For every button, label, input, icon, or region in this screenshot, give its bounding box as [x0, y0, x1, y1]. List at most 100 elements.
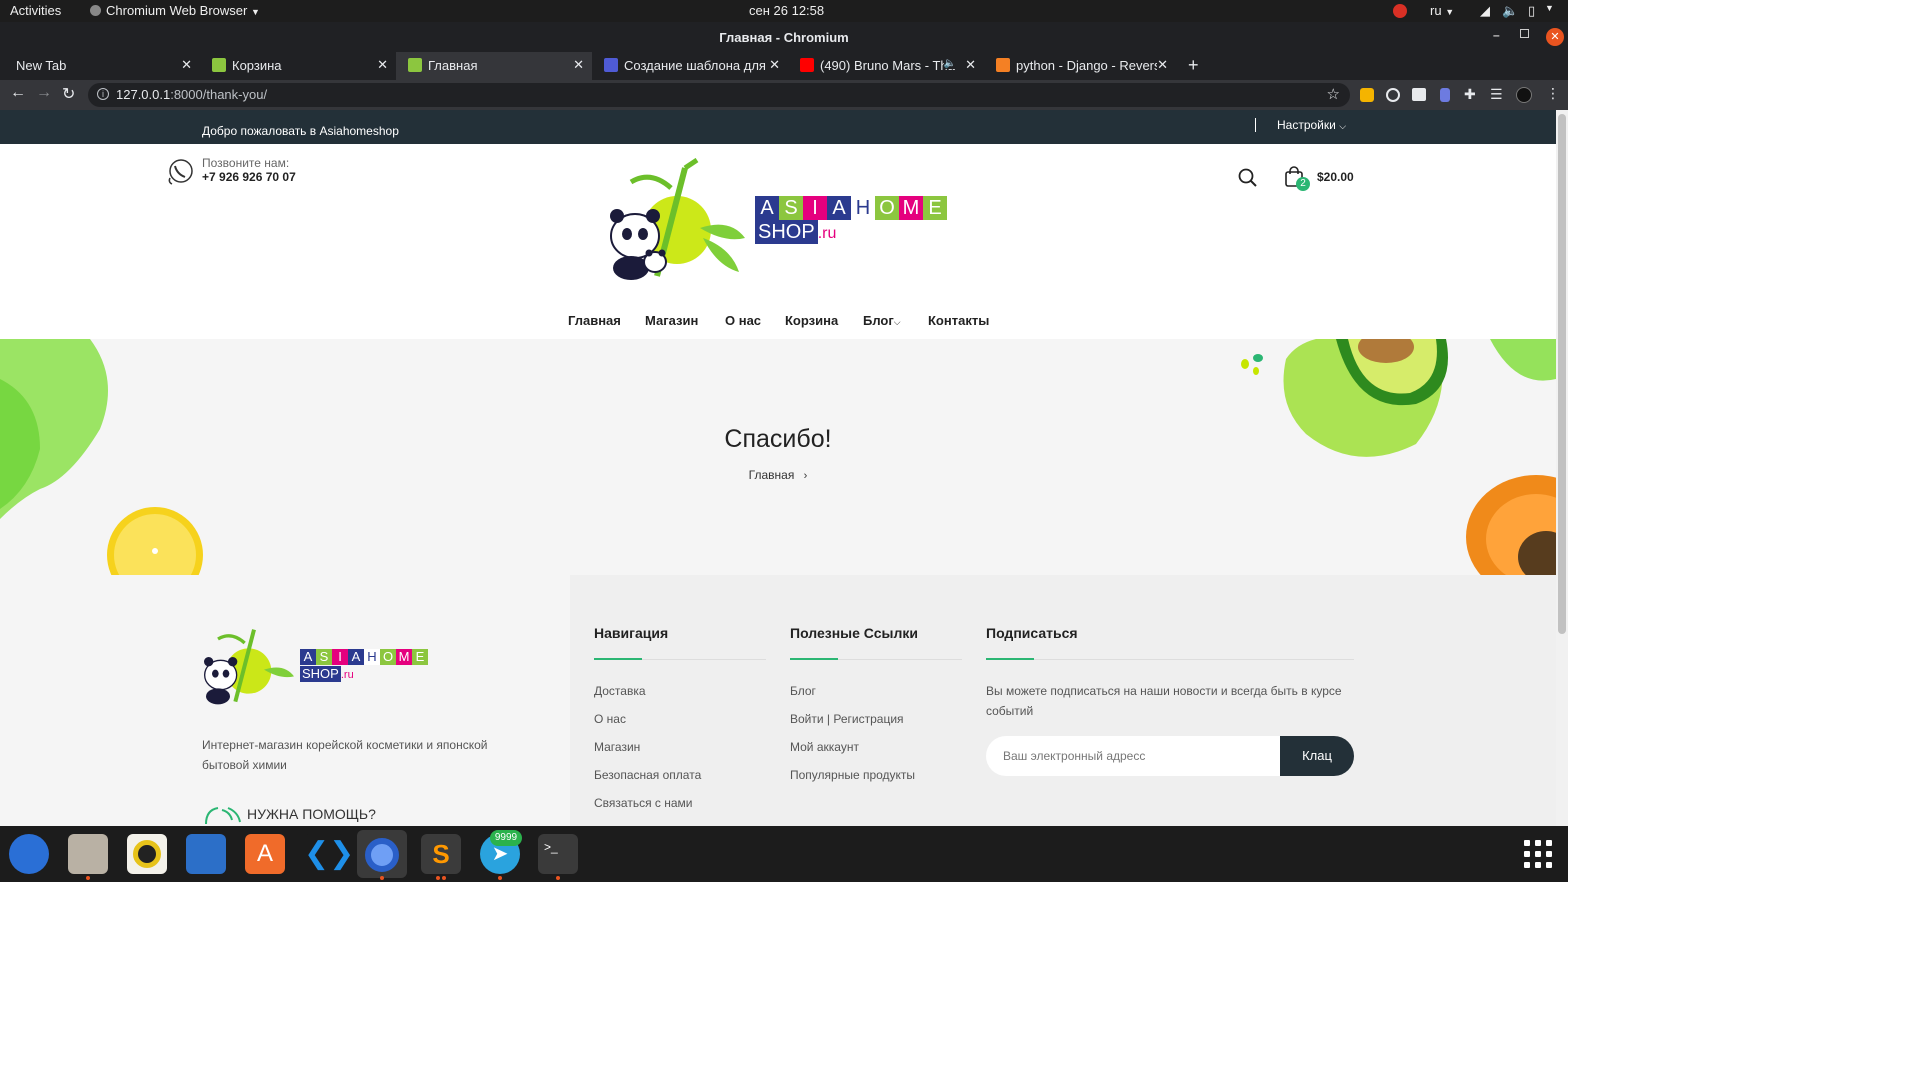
thunderbird-icon[interactable] [9, 834, 49, 874]
show-applications-icon[interactable] [1524, 840, 1552, 868]
chevron-down-icon: ⌵ [1339, 121, 1347, 131]
minimize-button[interactable]: – [1493, 28, 1500, 42]
rhythmbox-icon[interactable] [127, 834, 167, 874]
close-tab-icon[interactable]: ✕ [181, 57, 192, 73]
back-button[interactable]: ← [10, 84, 26, 102]
site-logo[interactable]: A S I A H O M E SHOP .ru [605, 158, 950, 284]
logo-tld: .ru [817, 225, 837, 242]
battery-icon[interactable]: ▯ [1528, 3, 1535, 19]
sublime-text-icon[interactable]: S [421, 834, 461, 874]
search-icon[interactable] [1238, 168, 1258, 193]
telegram-unread-badge: 9999 [490, 830, 522, 846]
page-title: Спасибо! [724, 425, 832, 453]
writer-icon[interactable] [186, 834, 226, 874]
extension-shield-icon[interactable] [1440, 88, 1450, 102]
nav-cart[interactable]: Корзина [785, 313, 838, 328]
close-tab-icon[interactable]: ✕ [769, 57, 780, 73]
nav-about[interactable]: О нас [725, 313, 761, 328]
maximize-button[interactable] [1520, 29, 1529, 38]
info-icon[interactable]: i [97, 88, 109, 100]
tab-stackoverflow[interactable]: python - Django - Reverse ✕ [984, 52, 1176, 80]
nav-contacts[interactable]: Контакты [928, 313, 989, 328]
footer-useful-accent [790, 658, 838, 660]
footer-link-blog[interactable]: Блог [790, 684, 816, 698]
system-menu-icon[interactable]: ▼ [1545, 3, 1554, 13]
tab-new-tab[interactable]: New Tab ✕ [0, 52, 200, 80]
footer-link-delivery[interactable]: Доставка [594, 684, 646, 698]
extension-yellow-icon[interactable] [1360, 88, 1374, 102]
footer-link-popular[interactable]: Популярные продукты [790, 768, 915, 782]
seed-dots-illustration [1241, 354, 1263, 375]
window-title: Главная - Chromium [719, 30, 849, 45]
volume-icon[interactable]: 🔈 [1502, 3, 1518, 19]
extension-clapper-icon[interactable] [1412, 88, 1426, 101]
tab-cart[interactable]: Корзина ✕ [200, 52, 396, 80]
browser-menu-icon[interactable]: ⋮ [1546, 85, 1560, 102]
logo-letter: H [851, 196, 875, 220]
clock[interactable]: сен 26 12:58 [749, 3, 824, 18]
stackoverflow-favicon-icon [996, 58, 1010, 72]
logo-wordmark: A S I A H O M E SHOP .ru [755, 196, 949, 244]
settings-dropdown[interactable]: Настройки ⌵ [1277, 118, 1346, 132]
audio-playing-icon[interactable]: 🔈 [943, 58, 956, 69]
nav-shop[interactable]: Магазин [645, 313, 698, 328]
profile-avatar[interactable] [1516, 87, 1532, 103]
footer-link-contact[interactable]: Связаться с нами [594, 796, 692, 810]
layers-favicon-icon [604, 58, 618, 72]
nav-home[interactable]: Главная [568, 313, 621, 328]
phone-number[interactable]: +7 926 926 70 07 [202, 170, 296, 184]
extensions-puzzle-icon[interactable]: ✚ [1464, 86, 1476, 103]
close-tab-icon[interactable]: ✕ [1157, 57, 1168, 73]
tab-template[interactable]: Создание шаблона для с ✕ [592, 52, 788, 80]
close-tab-icon[interactable]: ✕ [377, 57, 388, 73]
new-tab-button[interactable]: + [1188, 55, 1199, 76]
footer-logo[interactable]: A S I A H O M E SHOP .ru [200, 623, 432, 707]
chevron-right-icon: › [803, 470, 808, 482]
logo-letter: I [803, 196, 827, 220]
breadcrumb: Главная › [0, 468, 1556, 482]
scrollbar-thumb[interactable] [1558, 114, 1566, 634]
page-hero: Спасибо! Главная › [0, 339, 1556, 575]
footer-useful-title: Полезные Ссылки [790, 625, 918, 641]
close-window-button[interactable]: ✕ [1546, 28, 1564, 46]
cart-total: $20.00 [1317, 170, 1354, 184]
reload-button[interactable]: ↻ [62, 84, 75, 104]
logo-letter: A [755, 196, 779, 220]
activities-button[interactable]: Activities [10, 3, 61, 18]
files-icon[interactable] [68, 834, 108, 874]
media-queue-icon[interactable]: ☰ [1490, 86, 1503, 103]
papaya-illustration [1466, 475, 1556, 575]
call-label: Позвоните нам: [202, 156, 290, 170]
terminal-icon[interactable]: >_ [538, 834, 578, 874]
youtube-favicon-icon [800, 58, 814, 72]
subscribe-button[interactable]: Клац [1280, 736, 1354, 776]
cart-button[interactable]: 2 $20.00 [1284, 164, 1364, 192]
footer-link-login[interactable]: Войти | Регистрация [790, 712, 904, 726]
close-tab-icon[interactable]: ✕ [573, 57, 584, 73]
breadcrumb-home-link[interactable]: Главная [749, 468, 795, 482]
footer-link-about[interactable]: О нас [594, 712, 626, 726]
language-indicator[interactable]: ru ▼ [1430, 3, 1454, 18]
software-store-icon[interactable]: A [245, 834, 285, 874]
footer-link-secure-payment[interactable]: Безопасная оплата [594, 768, 701, 782]
vscode-icon[interactable]: ❮❯ [304, 834, 354, 874]
wifi-icon[interactable]: ◢ [1480, 3, 1490, 19]
forward-button[interactable]: → [36, 84, 52, 102]
nav-blog[interactable]: Блог⌵ [863, 313, 901, 328]
extension-globe-icon[interactable] [1386, 88, 1400, 102]
chromium-taskbar-icon[interactable] [357, 830, 407, 878]
app-menu[interactable]: Chromium Web Browser ▼ [90, 3, 260, 18]
address-bar[interactable]: i 127.0.0.1:8000/thank-you/ ☆ [88, 83, 1350, 107]
close-tab-icon[interactable]: ✕ [965, 57, 976, 73]
footer-link-account[interactable]: Мой аккаунт [790, 740, 859, 754]
headset-icon [202, 804, 242, 826]
tab-youtube[interactable]: (490) Bruno Mars - Tha 🔈 ✕ [788, 52, 984, 80]
bookmark-star-icon[interactable]: ☆ [1327, 85, 1340, 103]
page-scrollbar[interactable] [1556, 110, 1568, 826]
footer-nav-title: Навигация [594, 625, 669, 641]
chrome-indicator-icon[interactable] [1393, 4, 1407, 18]
tab-home[interactable]: Главная ✕ [396, 52, 592, 80]
welcome-text: Добро пожаловать в Asiahomeshop [202, 124, 399, 138]
footer-link-shop[interactable]: Магазин [594, 740, 640, 754]
email-field[interactable]: Ваш электронный адресс [986, 736, 1286, 776]
